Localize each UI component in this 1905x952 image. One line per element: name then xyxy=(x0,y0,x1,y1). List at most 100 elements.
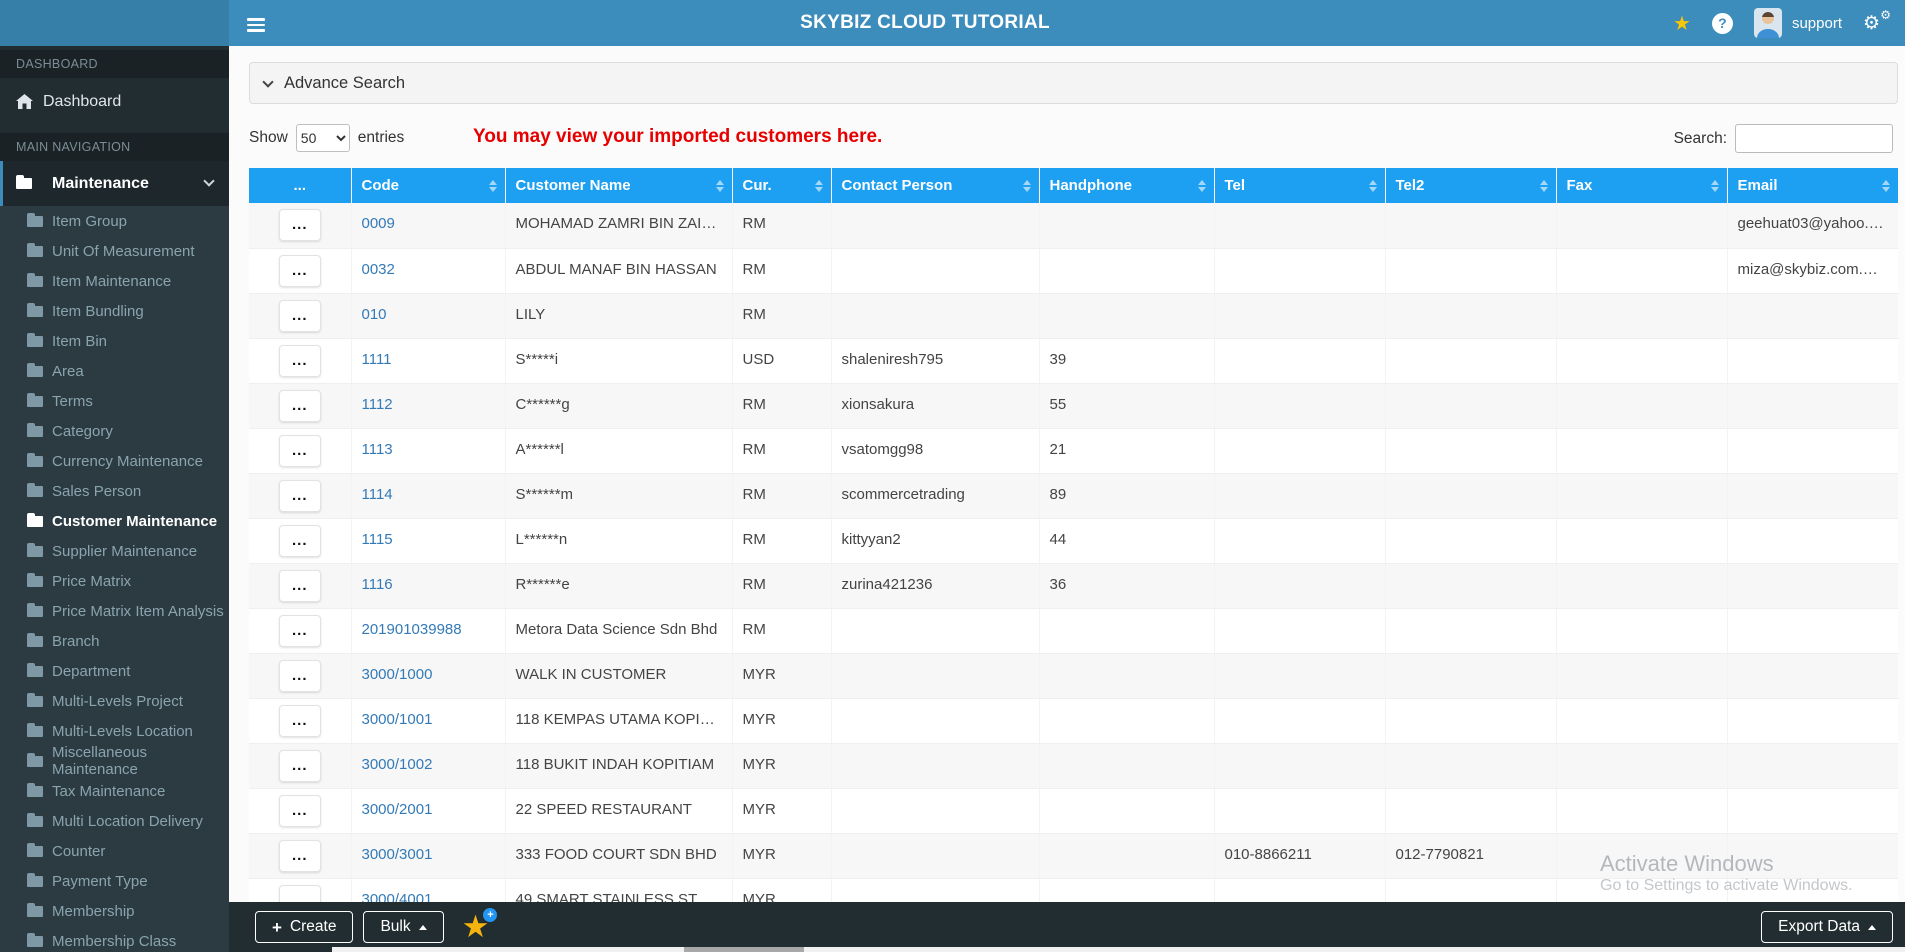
customer-code-link[interactable]: 010 xyxy=(362,306,387,323)
sidebar-item-item-maintenance[interactable]: Item Maintenance xyxy=(0,266,229,296)
cell-tel2 xyxy=(1385,248,1557,294)
horizontal-scrollbar[interactable] xyxy=(332,947,1905,952)
sidebar-item-branch[interactable]: Branch xyxy=(0,626,229,656)
sidebar-item-sales-person[interactable]: Sales Person xyxy=(0,476,229,506)
sidebar-item-department[interactable]: Department xyxy=(0,656,229,686)
column-header-tel2[interactable]: Tel2 xyxy=(1385,168,1557,203)
row-actions-button[interactable]: ... xyxy=(278,749,321,782)
cell-actions: ... xyxy=(249,293,352,339)
table-row: ... 1111 S*****i USD shaleniresh795 39 xyxy=(249,338,1898,384)
sidebar-item-membership-class[interactable]: Membership Class xyxy=(0,926,229,952)
cell-tel xyxy=(1214,428,1386,474)
cell-actions: ... xyxy=(249,563,352,609)
sidebar-item-price-matrix[interactable]: Price Matrix xyxy=(0,566,229,596)
row-actions-button[interactable]: ... xyxy=(278,389,321,422)
cell-email xyxy=(1727,563,1898,609)
sidebar-item-area[interactable]: Area xyxy=(0,356,229,386)
column-header-tel[interactable]: Tel xyxy=(1214,168,1386,203)
row-actions-button[interactable]: ... xyxy=(278,839,321,872)
customer-code-link[interactable]: 0009 xyxy=(362,215,395,232)
bulk-button[interactable]: Bulk xyxy=(363,911,444,943)
settings-gears-icon[interactable]: ⚙ ⚙ xyxy=(1863,8,1891,35)
column-header-cur[interactable]: Cur. xyxy=(732,168,832,203)
create-button[interactable]: + Create xyxy=(255,911,354,943)
sidebar-item-supplier-maintenance[interactable]: Supplier Maintenance xyxy=(0,536,229,566)
sidebar-item-item-bin[interactable]: Item Bin xyxy=(0,326,229,356)
sidebar-item-multi-location-delivery[interactable]: Multi Location Delivery xyxy=(0,806,229,836)
column-header-email[interactable]: Email xyxy=(1727,168,1898,203)
logo-area[interactable] xyxy=(0,0,229,46)
sidebar-toggle-button[interactable] xyxy=(243,12,269,34)
favorites-icon[interactable]: ★ xyxy=(1673,11,1691,36)
cell-tel2 xyxy=(1385,653,1557,699)
customer-code-link[interactable]: 1113 xyxy=(362,441,393,458)
sort-icon xyxy=(1197,179,1206,192)
cell-fax xyxy=(1556,383,1728,429)
sidebar-item-maintenance[interactable]: Maintenance xyxy=(0,161,229,206)
customer-code-link[interactable]: 3000/2001 xyxy=(362,801,433,818)
advance-search-panel[interactable]: Advance Search xyxy=(249,62,1898,104)
folder-icon xyxy=(27,332,43,347)
cell-name: 118 BUKIT INDAH KOPITIAM xyxy=(505,743,733,789)
column-header-handphone[interactable]: Handphone xyxy=(1039,168,1215,203)
sidebar-item-unit-of-measurement[interactable]: Unit Of Measurement xyxy=(0,236,229,266)
cell-code: 3000/1000 xyxy=(351,653,506,699)
search-input[interactable] xyxy=(1735,124,1893,153)
row-actions-button[interactable]: ... xyxy=(278,524,321,557)
row-actions-button[interactable]: ... xyxy=(278,794,321,827)
sidebar-item-item-bundling[interactable]: Item Bundling xyxy=(0,296,229,326)
sort-icon xyxy=(1368,179,1377,192)
customer-code-link[interactable]: 1114 xyxy=(362,486,393,503)
cell-contact: vsatomgg98 xyxy=(831,428,1040,474)
sidebar-item-membership[interactable]: Membership xyxy=(0,896,229,926)
row-actions-button[interactable]: ... xyxy=(278,434,321,467)
sidebar-item-category[interactable]: Category xyxy=(0,416,229,446)
cell-code: 1115 xyxy=(351,518,506,564)
customer-code-link[interactable]: 201901039988 xyxy=(362,621,462,638)
page-length-select[interactable]: 50 xyxy=(295,124,350,152)
sidebar-item-tax-maintenance[interactable]: Tax Maintenance xyxy=(0,776,229,806)
sidebar-item-dashboard[interactable]: Dashboard xyxy=(0,78,229,125)
export-data-button[interactable]: Export Data xyxy=(1761,911,1893,943)
column-header-customer-name[interactable]: Customer Name xyxy=(505,168,733,203)
sidebar-item-miscellaneous-maintenance[interactable]: Miscellaneous Maintenance xyxy=(0,744,229,778)
row-actions-button[interactable]: ... xyxy=(278,614,321,647)
sidebar-item-label: Customer Maintenance xyxy=(52,512,218,530)
favorite-add-icon[interactable]: ★ + xyxy=(462,908,498,942)
customer-code-link[interactable]: 1111 xyxy=(362,351,392,368)
column-header-fax[interactable]: Fax xyxy=(1556,168,1728,203)
customer-table: ... Code Customer Name Cur. Contact Person Ha… xyxy=(249,168,1898,924)
sidebar-item-counter[interactable]: Counter xyxy=(0,836,229,866)
user-menu[interactable]: support xyxy=(1753,8,1842,38)
row-actions-button[interactable]: ... xyxy=(278,209,321,241)
sidebar-item-item-group[interactable]: Item Group xyxy=(0,206,229,236)
customer-code-link[interactable]: 1116 xyxy=(362,576,393,593)
row-actions-button[interactable]: ... xyxy=(278,344,321,377)
customer-code-link[interactable]: 1112 xyxy=(362,396,393,413)
customer-code-link[interactable]: 3000/1000 xyxy=(362,666,433,683)
row-actions-button[interactable]: ... xyxy=(278,479,321,512)
customer-code-link[interactable]: 3000/3001 xyxy=(362,846,433,863)
table-row: ... 201901039988 Metora Data Science Sdn B… xyxy=(249,608,1898,654)
row-actions-button[interactable]: ... xyxy=(278,704,321,737)
cell-tel xyxy=(1214,653,1386,699)
row-actions-button[interactable]: ... xyxy=(278,254,321,287)
sidebar-item-multi-levels-project[interactable]: Multi-Levels Project xyxy=(0,686,229,716)
sidebar-item-customer-maintenance[interactable]: Customer Maintenance xyxy=(0,506,229,536)
row-actions-button[interactable]: ... xyxy=(278,569,321,602)
sidebar-item-terms[interactable]: Terms xyxy=(0,386,229,416)
row-actions-button[interactable]: ... xyxy=(278,659,321,692)
customer-code-link[interactable]: 3000/1001 xyxy=(362,711,433,728)
scrollbar-thumb[interactable] xyxy=(684,947,804,952)
column-header-code[interactable]: Code xyxy=(351,168,506,203)
sidebar-item-payment-type[interactable]: Payment Type xyxy=(0,866,229,896)
customer-code-link[interactable]: 1115 xyxy=(362,531,393,548)
sidebar-item-price-matrix-item-analysis[interactable]: Price Matrix Item Analysis xyxy=(0,596,229,626)
customer-code-link[interactable]: 3000/1002 xyxy=(362,756,433,773)
row-actions-button[interactable]: ... xyxy=(278,299,321,332)
sidebar-item-currency-maintenance[interactable]: Currency Maintenance xyxy=(0,446,229,476)
help-icon[interactable]: ? xyxy=(1711,12,1733,34)
sidebar-item-multi-levels-location[interactable]: Multi-Levels Location xyxy=(0,716,229,746)
column-header-contact-person[interactable]: Contact Person xyxy=(831,168,1040,203)
customer-code-link[interactable]: 0032 xyxy=(362,261,395,278)
